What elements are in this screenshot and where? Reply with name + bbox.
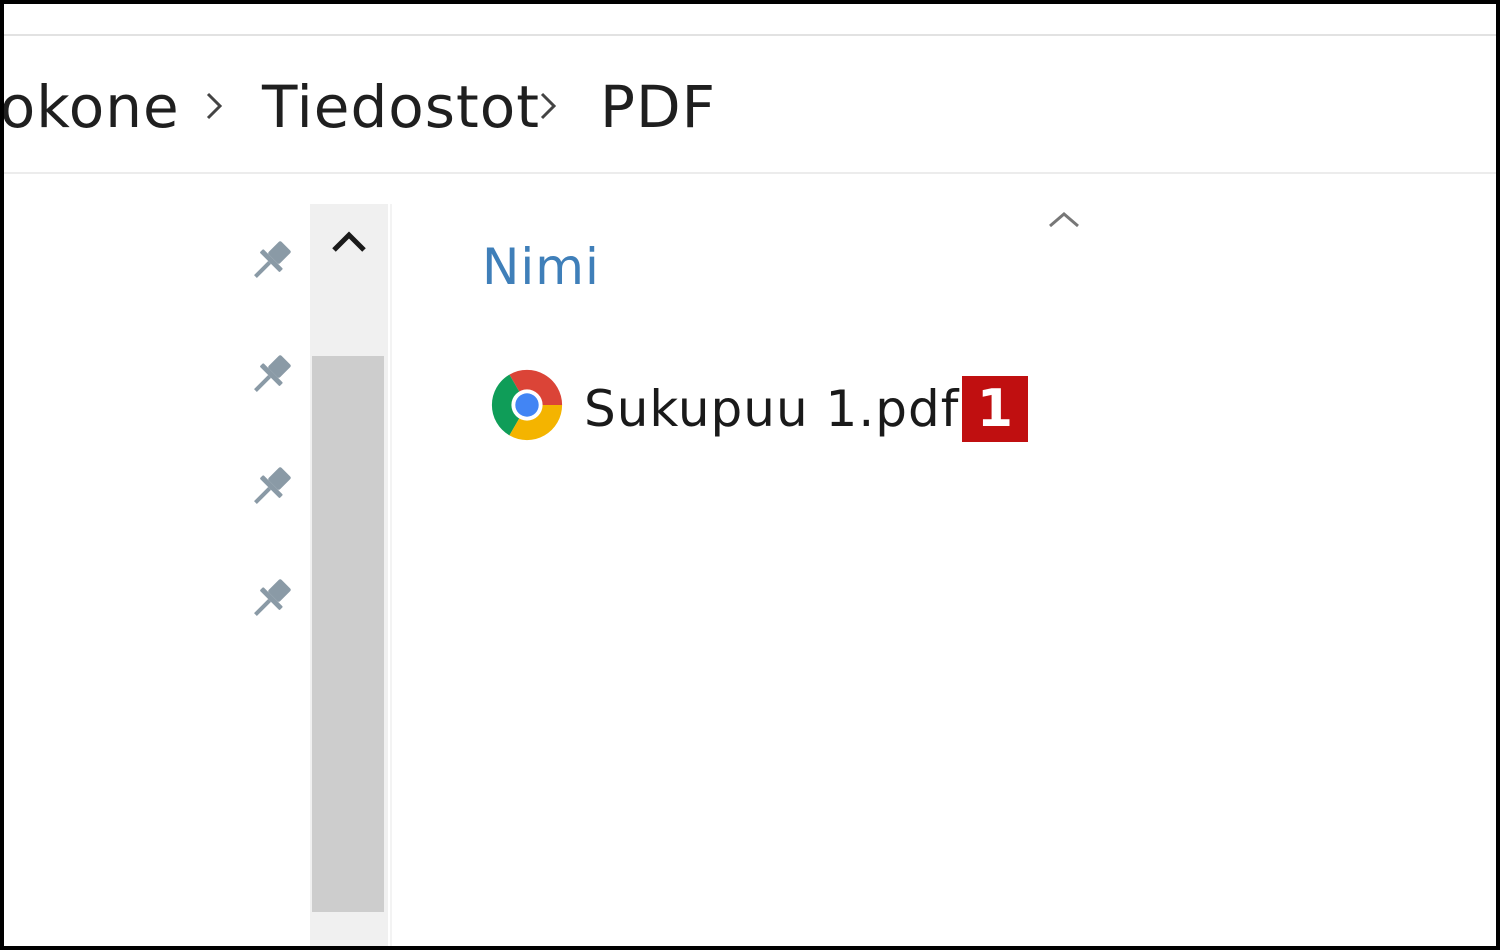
breadcrumb-chevron-right-icon[interactable] [536, 86, 560, 126]
navigation-scrollbar[interactable] [310, 204, 388, 946]
pin-icon[interactable] [244, 460, 298, 514]
chevron-up-icon [332, 231, 366, 252]
file-name[interactable]: Sukupuu 1.pdf [584, 384, 959, 434]
breadcrumb-item-pdf[interactable]: PDF [600, 78, 716, 136]
file-explorer-window: tokone Tiedostot PDF [4, 4, 1496, 946]
scrollbar-thumb[interactable] [312, 356, 384, 912]
column-header-name[interactable]: Nimi [482, 242, 600, 292]
file-list-item[interactable]: Sukupuu 1.pdf 1 [488, 362, 1048, 452]
pin-icon[interactable] [244, 234, 298, 288]
chrome-icon [491, 369, 563, 441]
pin-icon[interactable] [244, 572, 298, 626]
address-bar[interactable] [4, 36, 1496, 172]
pin-icon[interactable] [244, 348, 298, 402]
breadcrumb-chevron-right-icon[interactable] [202, 86, 226, 126]
address-bar-divider [4, 172, 1496, 174]
scroll-up-button[interactable] [310, 204, 388, 354]
sort-ascending-icon [1049, 212, 1079, 228]
breadcrumb-item-tiedostot[interactable]: Tiedostot [262, 78, 540, 136]
breadcrumb-item-computer[interactable]: tokone [4, 78, 180, 136]
pane-divider[interactable] [390, 204, 392, 946]
number-badge: 1 [962, 376, 1028, 442]
